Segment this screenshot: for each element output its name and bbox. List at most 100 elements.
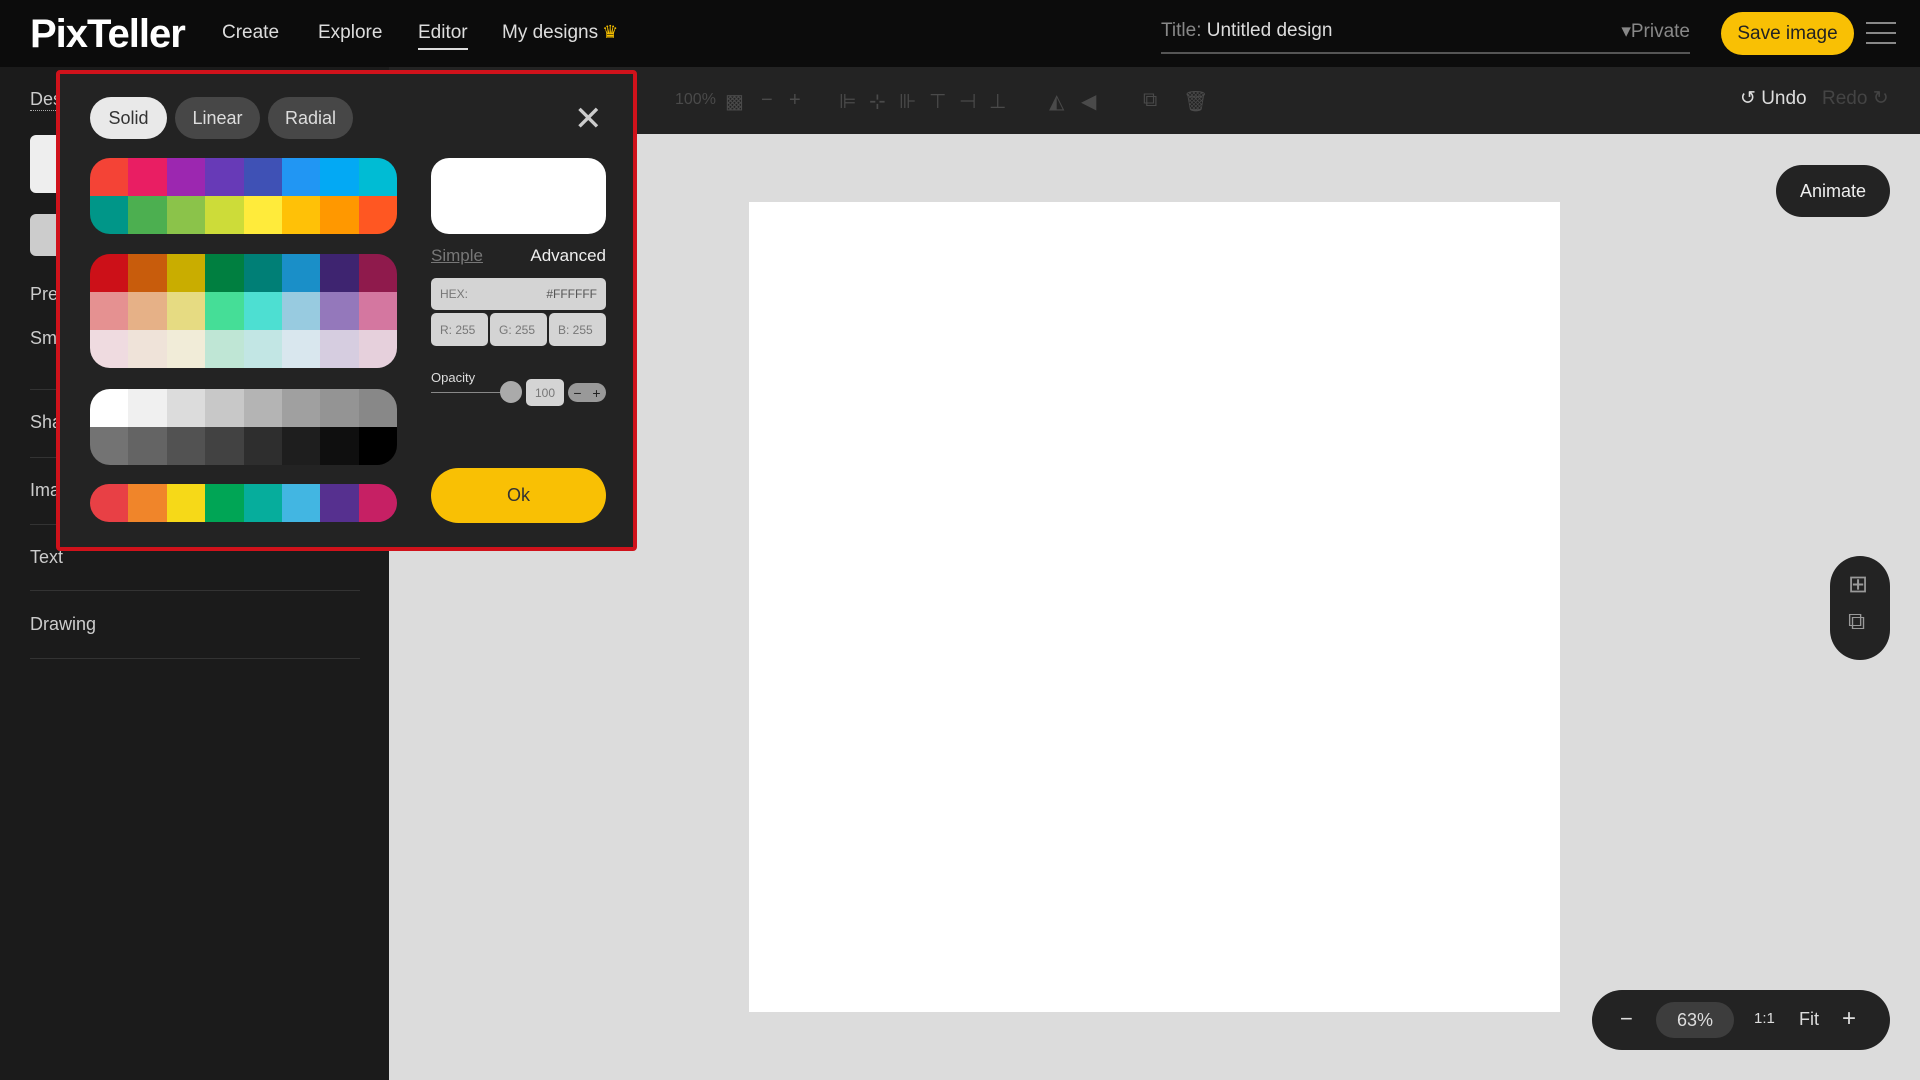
zoom-in-icon[interactable]: + — [789, 89, 801, 112]
nav-editor[interactable]: Editor — [418, 22, 468, 50]
delete-icon[interactable]: 🗑 — [1183, 89, 1208, 114]
color-swatch[interactable] — [128, 196, 167, 234]
sidebar-item-drawing[interactable]: Drawing — [30, 614, 96, 635]
advanced-mode-link[interactable]: Advanced — [521, 246, 606, 266]
flip-horizontal-icon[interactable]: ◭ — [1049, 89, 1064, 114]
duplicate-icon[interactable]: ⧉ — [1143, 89, 1157, 112]
add-page-icon[interactable]: ⊞ — [1848, 570, 1868, 599]
color-swatch[interactable] — [320, 484, 359, 522]
color-swatch[interactable] — [243, 484, 282, 522]
color-swatch[interactable] — [166, 484, 206, 522]
zoom-level[interactable]: 63% — [1656, 1002, 1734, 1038]
align-bottom-icon[interactable]: ⊥ — [989, 89, 1006, 114]
ok-button[interactable]: Ok — [431, 468, 606, 523]
color-swatch[interactable] — [205, 427, 244, 465]
pixteller-logo[interactable]: PixTeller — [30, 12, 186, 57]
color-swatch[interactable] — [281, 427, 321, 465]
zoom-in-button[interactable]: + — [1842, 1005, 1856, 1033]
flip-vertical-icon[interactable]: ◀ — [1081, 89, 1096, 114]
color-swatch[interactable] — [358, 292, 397, 330]
tab-solid[interactable]: Solid — [90, 97, 167, 139]
color-swatch[interactable] — [358, 196, 397, 234]
color-swatch[interactable] — [281, 158, 321, 196]
color-swatch[interactable] — [205, 389, 244, 427]
color-swatch[interactable] — [281, 292, 321, 330]
color-swatch[interactable] — [128, 330, 167, 368]
color-swatch[interactable] — [166, 158, 206, 196]
color-swatch[interactable] — [243, 196, 282, 234]
green-input[interactable]: G: 255 — [490, 313, 547, 346]
color-swatch[interactable] — [320, 158, 359, 196]
color-swatch[interactable] — [205, 196, 244, 234]
redo-button[interactable]: Redo ↻ — [1822, 87, 1889, 110]
animate-button[interactable]: Animate — [1776, 165, 1890, 217]
color-swatch[interactable] — [90, 484, 129, 522]
color-swatch[interactable] — [90, 427, 129, 465]
hamburger-menu-icon[interactable] — [1866, 22, 1896, 44]
color-swatch[interactable] — [358, 427, 397, 465]
color-swatch[interactable] — [320, 292, 359, 330]
align-middle-icon[interactable]: ⊣ — [959, 89, 976, 114]
transparency-icon[interactable]: ▩ — [725, 89, 744, 114]
color-swatch[interactable] — [281, 254, 321, 292]
color-swatch[interactable] — [128, 292, 167, 330]
color-swatch[interactable] — [205, 254, 244, 292]
color-swatch[interactable] — [128, 427, 167, 465]
color-swatch[interactable] — [320, 427, 359, 465]
undo-button[interactable]: ↺ Undo — [1740, 87, 1807, 110]
opacity-slider-track[interactable] — [431, 392, 509, 393]
sidebar-item-smart[interactable]: Sm — [30, 328, 57, 349]
color-swatch[interactable] — [166, 389, 206, 427]
color-swatch[interactable] — [205, 330, 244, 368]
nav-explore[interactable]: Explore — [318, 22, 382, 44]
align-top-icon[interactable]: ⊤ — [929, 89, 946, 114]
color-swatch[interactable] — [358, 254, 397, 292]
sidebar-item-presets[interactable]: Pre — [30, 284, 58, 305]
color-swatch[interactable] — [320, 196, 359, 234]
align-left-icon[interactable]: ⊫ — [839, 89, 856, 114]
privacy-dropdown[interactable]: ▾Private — [1621, 20, 1690, 43]
color-swatch[interactable] — [281, 196, 321, 234]
duplicate-page-icon[interactable]: ⧉ — [1848, 608, 1865, 636]
color-swatch[interactable] — [90, 254, 129, 292]
color-swatch[interactable] — [90, 330, 129, 368]
color-swatch[interactable] — [128, 484, 167, 522]
zoom-1-1-button[interactable]: 1:1 — [1754, 1010, 1775, 1027]
color-swatch[interactable] — [358, 389, 397, 427]
blue-input[interactable]: B: 255 — [549, 313, 606, 346]
color-swatch[interactable] — [166, 292, 206, 330]
tab-linear[interactable]: Linear — [175, 97, 260, 139]
color-swatch[interactable] — [320, 330, 359, 368]
color-swatch[interactable] — [205, 158, 244, 196]
color-swatch[interactable] — [358, 330, 397, 368]
color-swatch[interactable] — [281, 389, 321, 427]
color-swatch[interactable] — [243, 389, 282, 427]
color-swatch[interactable] — [243, 254, 282, 292]
color-swatch[interactable] — [90, 196, 129, 234]
align-center-icon[interactable]: ⊹ — [869, 89, 886, 114]
color-swatch[interactable] — [281, 330, 321, 368]
color-swatch[interactable] — [243, 292, 282, 330]
title-input[interactable]: Title: Untitled design ▾Private — [1161, 20, 1690, 54]
opacity-increase-button[interactable]: + — [592, 385, 600, 401]
save-image-button[interactable]: Save image — [1721, 12, 1854, 55]
red-input[interactable]: R: 255 — [431, 313, 488, 346]
color-swatch[interactable] — [281, 484, 321, 522]
color-swatch[interactable] — [166, 427, 206, 465]
color-swatch[interactable] — [166, 254, 206, 292]
simple-mode-link[interactable]: Simple — [431, 246, 483, 266]
color-swatch[interactable] — [205, 484, 244, 522]
zoom-fit-button[interactable]: Fit — [1799, 1009, 1819, 1030]
color-swatch[interactable] — [243, 330, 282, 368]
color-swatch[interactable] — [320, 389, 359, 427]
zoom-out-button[interactable]: − — [1620, 1006, 1633, 1032]
opacity-decrease-button[interactable]: − — [573, 385, 581, 401]
color-swatch[interactable] — [128, 158, 167, 196]
color-swatch[interactable] — [90, 292, 129, 330]
close-icon[interactable]: ✕ — [574, 102, 603, 136]
color-swatch[interactable] — [320, 254, 359, 292]
color-swatch[interactable] — [166, 330, 206, 368]
nav-my-designs[interactable]: My designs ♛ — [502, 22, 618, 44]
tab-radial[interactable]: Radial — [268, 97, 353, 139]
color-swatch[interactable] — [243, 427, 282, 465]
